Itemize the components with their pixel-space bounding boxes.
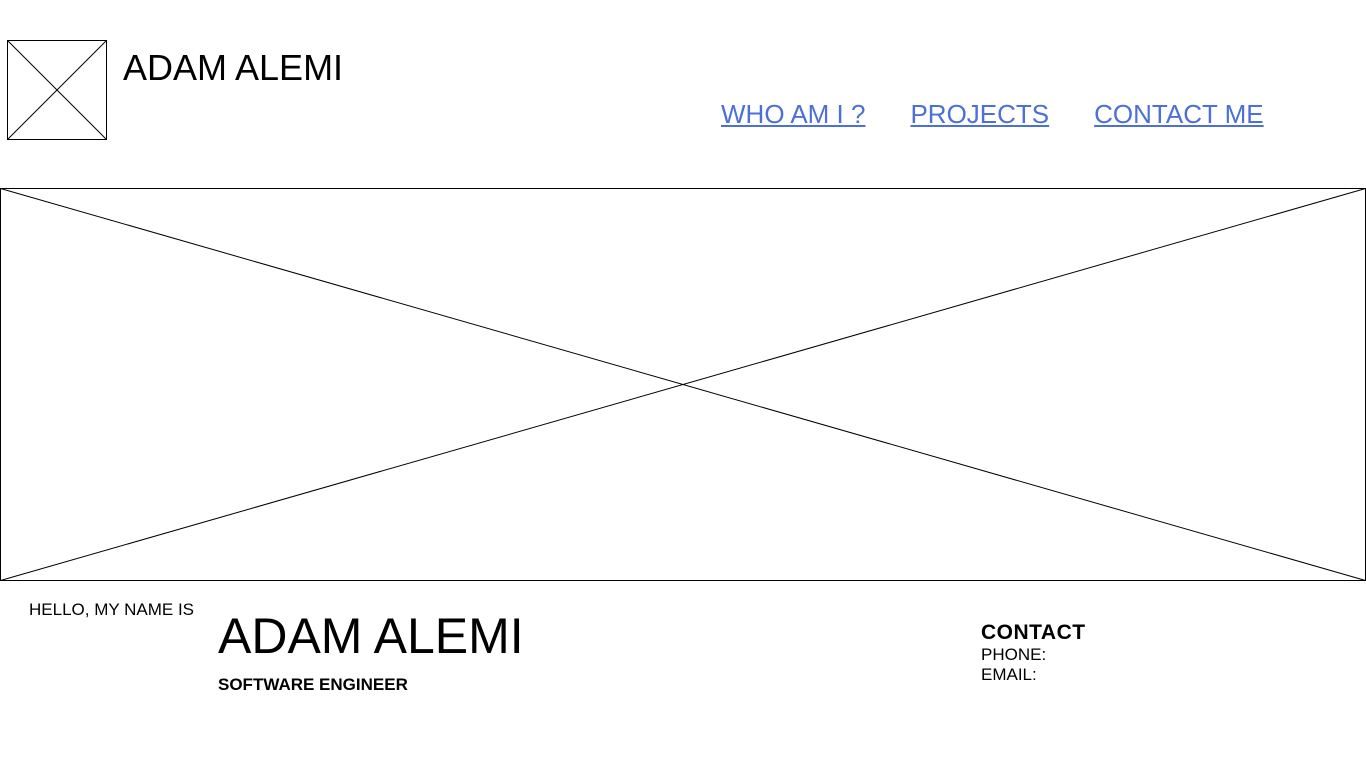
page: ADAM ALEMI WHO AM I ? PROJECTS CONTACT M…	[0, 0, 1366, 768]
intro-role: SOFTWARE ENGINEER	[218, 675, 408, 694]
main-nav: WHO AM I ? PROJECTS CONTACT ME	[721, 98, 1264, 130]
intro-greeting: HELLO, MY NAME IS	[29, 600, 195, 619]
intro-name: ADAM ALEMI	[218, 608, 524, 664]
nav-link-projects[interactable]: PROJECTS	[910, 98, 1049, 130]
nav-link-contact-me[interactable]: CONTACT ME	[1094, 98, 1263, 130]
contact-title: CONTACT	[981, 621, 1086, 644]
hero-image-placeholder	[0, 188, 1366, 581]
contact-block: CONTACT PHONE: EMAIL:	[981, 621, 1086, 685]
contact-email-label: EMAIL:	[981, 665, 1037, 684]
site-title: ADAM ALEMI	[123, 47, 344, 88]
logo-image-placeholder	[7, 40, 107, 140]
contact-phone-label: PHONE:	[981, 645, 1047, 664]
nav-link-who-am-i[interactable]: WHO AM I ?	[721, 98, 865, 130]
